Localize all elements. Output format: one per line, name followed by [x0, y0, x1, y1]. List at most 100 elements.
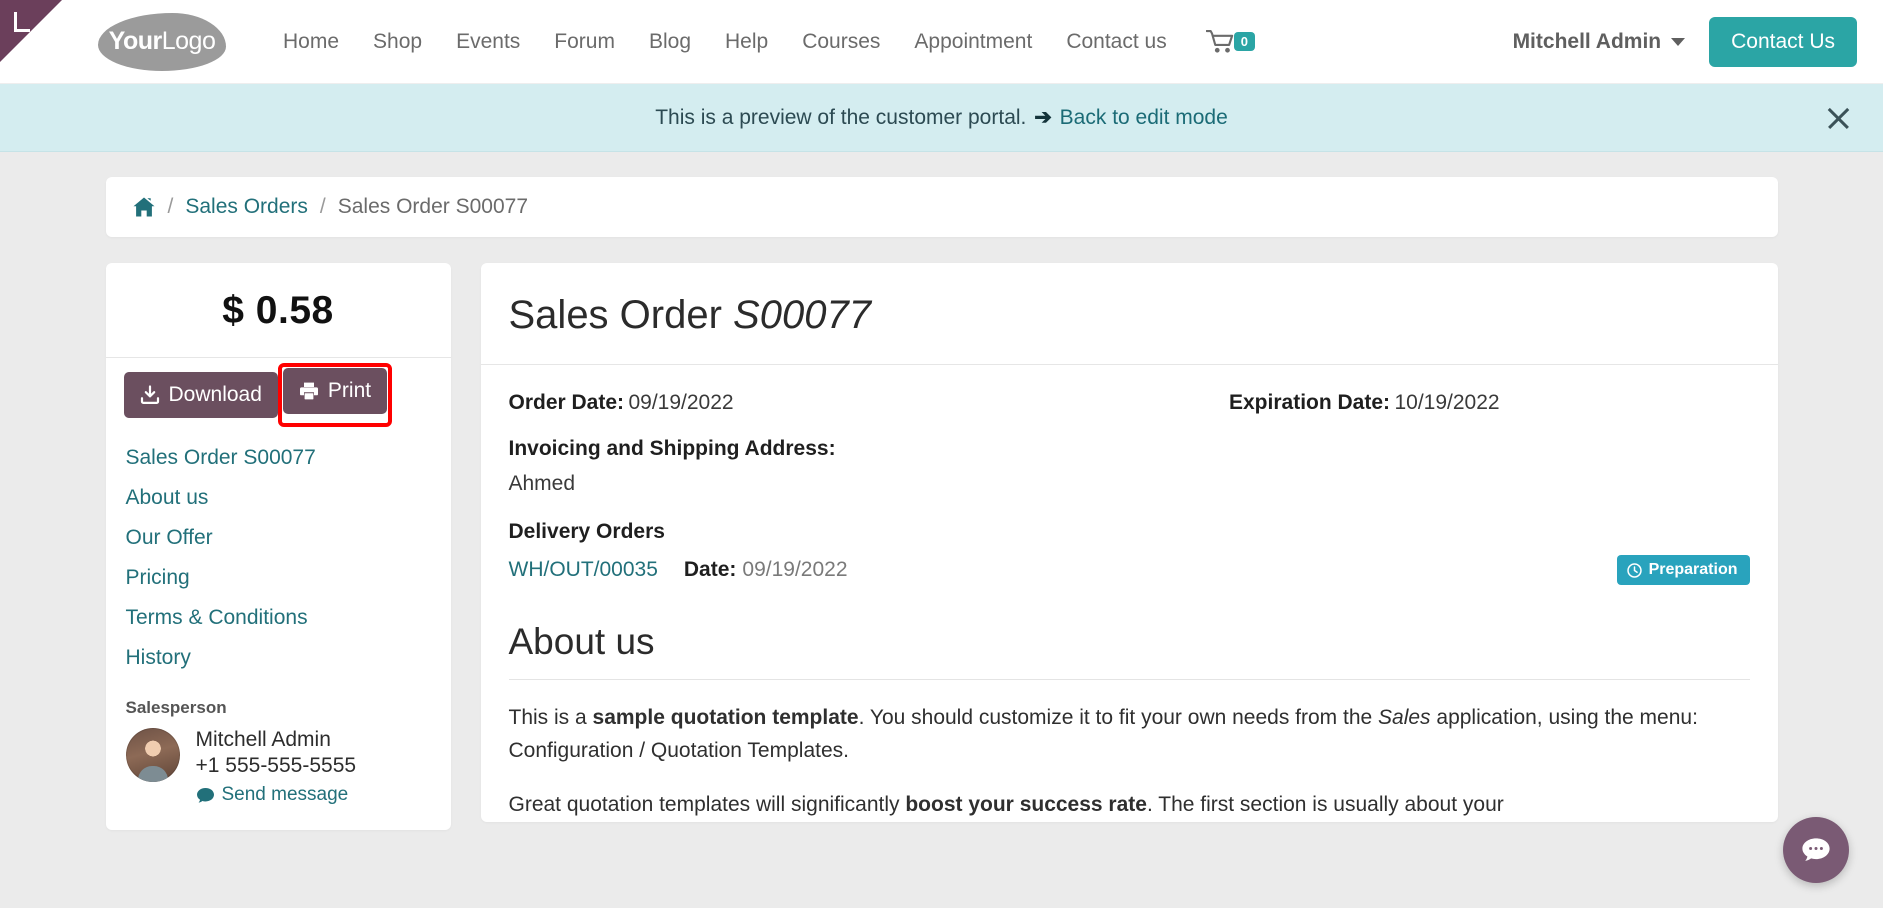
printer-icon [299, 382, 318, 400]
navbar-right-section: Mitchell Admin Contact Us [1513, 16, 1883, 67]
panel-body: Order Date: 09/19/2022 Expiration Date: … [481, 365, 1778, 822]
print-button[interactable]: Print [282, 368, 388, 414]
address-value: Ahmed [508, 472, 576, 495]
back-to-edit-mode-link[interactable]: Back to edit mode [1060, 106, 1228, 129]
nav-link-help[interactable]: Help [708, 22, 785, 62]
user-menu-label: Mitchell Admin [1512, 29, 1662, 53]
home-icon [133, 197, 154, 217]
nav-link-home[interactable]: Home [266, 22, 356, 62]
expiration-date-column: Expiration Date: 10/19/2022 [1129, 391, 1750, 415]
send-message-label: Send message [221, 784, 349, 805]
panel-header: Sales Order S00077 [480, 263, 1778, 365]
chevron-down-icon [1671, 37, 1686, 46]
about-p2-part-a: Great quotation templates will significa… [508, 793, 906, 817]
nav-link-shop[interactable]: Shop [356, 22, 439, 62]
delivery-date-value: 09/19/2022 [742, 558, 848, 581]
print-button-highlight: Print [277, 363, 393, 427]
live-chat-button[interactable] [1783, 817, 1849, 883]
about-p1-italic: Sales [1378, 706, 1431, 729]
breadcrumb-separator-1: / [167, 195, 174, 218]
logo-bold-part: Your [108, 27, 163, 55]
site-logo-text: YourLogo [109, 27, 216, 56]
order-total-amount: $ 0.58 [222, 289, 334, 332]
address-block: Invoicing and Shipping Address: Ahmed [509, 437, 1750, 496]
order-main-panel: Sales Order S00077 Order Date: 09/19/202… [480, 263, 1778, 822]
site-logo[interactable]: YourLogo [98, 12, 226, 71]
about-p1-part-c: . You should customize it to fit your ow… [858, 706, 1379, 729]
salesperson-name: Mitchell Admin [195, 728, 331, 751]
about-us-paragraph-2: Great quotation templates will significa… [509, 789, 1750, 822]
sidebar-link-about-us[interactable]: About us [126, 478, 451, 518]
contact-us-button[interactable]: Contact Us [1709, 16, 1857, 67]
sidebar-link-sales-order[interactable]: Sales Order S00077 [126, 438, 451, 478]
preview-banner: This is a preview of the customer portal… [0, 84, 1883, 152]
breadcrumb-item-current: Sales Order S00077 [337, 195, 529, 218]
salesperson-phone: +1 555-555-5555 [195, 754, 357, 777]
expiration-date-value: 10/19/2022 [1394, 391, 1500, 414]
salesperson-row: Mitchell Admin +1 555-555-5555 Send mess… [125, 728, 431, 806]
order-date-label: Order Date: [508, 391, 625, 414]
top-navbar: YourLogo Home Shop Events Forum Blog Hel… [0, 0, 1883, 84]
status-badge-label: Preparation [1648, 561, 1738, 578]
download-button[interactable]: Download [123, 372, 278, 418]
order-sidebar: $ 0.58 Download Print Sales Order S00077… [105, 263, 451, 830]
clock-icon [1626, 562, 1642, 578]
sidebar-link-terms-conditions[interactable]: Terms & Conditions [126, 598, 451, 638]
preview-banner-message: This is a preview of the customer portal… [655, 106, 1027, 129]
avatar [125, 728, 180, 782]
status-badge: Preparation [1616, 555, 1750, 585]
sidebar-actions: Download Print [106, 358, 451, 427]
nav-link-forum[interactable]: Forum [537, 22, 632, 62]
breadcrumb-separator-2: / [319, 195, 326, 218]
delivery-date-label: Date: [683, 558, 737, 581]
breadcrumb: / Sales Orders / Sales Order S00077 [105, 177, 1778, 237]
download-button-label: Download [168, 383, 262, 406]
nav-link-contact-us[interactable]: Contact us [1049, 22, 1183, 62]
logo-light-part: Logo [161, 27, 216, 55]
cart-count-badge: 0 [1233, 32, 1255, 51]
breadcrumb-item-sales-orders[interactable]: Sales Orders [185, 195, 308, 219]
corner-bracket-icon [14, 12, 30, 32]
sidebar-link-history[interactable]: History [126, 638, 451, 678]
about-us-heading: About us [508, 621, 1750, 680]
about-us-section: About us This is a sample quotation temp… [508, 621, 1750, 822]
corner-ribbon-decoration [0, 0, 62, 62]
address-label: Invoicing and Shipping Address: [508, 437, 836, 460]
shopping-cart-icon [1205, 29, 1233, 53]
content-columns: $ 0.58 Download Print Sales Order S00077… [105, 263, 1778, 830]
content-container: / Sales Orders / Sales Order S00077 $ 0.… [105, 177, 1778, 830]
sidebar-navigation: Sales Order S00077 About us Our Offer Pr… [106, 424, 451, 688]
user-menu-button[interactable]: Mitchell Admin [1513, 30, 1686, 54]
order-amount-box: $ 0.58 [105, 263, 451, 358]
send-message-link[interactable]: Send message [196, 784, 357, 806]
about-p2-bold: boost your success rate [905, 793, 1147, 817]
order-dates-grid: Order Date: 09/19/2022 Expiration Date: … [509, 391, 1750, 415]
breadcrumb-home-link[interactable] [132, 196, 156, 218]
sidebar-link-pricing[interactable]: Pricing [126, 558, 451, 598]
nav-link-courses[interactable]: Courses [785, 22, 897, 62]
print-button-label: Print [327, 379, 372, 402]
page-title-prefix: Sales Order [508, 293, 734, 337]
download-icon [140, 385, 159, 404]
close-icon[interactable] [1823, 103, 1853, 133]
cart-button[interactable]: 0 [1205, 29, 1255, 55]
order-date-column: Order Date: 09/19/2022 [509, 391, 1130, 415]
delivery-order-reference-link[interactable]: WH/OUT/00035 [509, 558, 658, 582]
about-p1-part-a: This is a [508, 706, 593, 729]
sidebar-link-our-offer[interactable]: Our Offer [126, 518, 451, 558]
delivery-orders-label: Delivery Orders [508, 520, 665, 543]
nav-link-appointment[interactable]: Appointment [897, 22, 1049, 62]
about-p2-part-c: . The first section is usually about you… [1146, 793, 1504, 817]
nav-link-blog[interactable]: Blog [632, 22, 708, 62]
nav-link-events[interactable]: Events [439, 22, 537, 62]
chat-bubble-icon [1802, 838, 1830, 861]
delivery-orders-block: Delivery Orders WH/OUT/00035 Date: 09/19… [509, 520, 1750, 585]
preview-banner-text: This is a preview of the customer portal… [655, 105, 1228, 130]
order-date-value: 09/19/2022 [628, 391, 734, 414]
delivery-order-row: WH/OUT/00035 Date: 09/19/2022 Preparatio… [509, 555, 1750, 585]
expiration-date-label: Expiration Date: [1229, 391, 1391, 414]
main-navigation: Home Shop Events Forum Blog Help Courses… [266, 22, 1255, 62]
salesperson-section: Salesperson Mitchell Admin +1 555-555-55… [106, 688, 451, 830]
page-title-reference: S00077 [733, 293, 871, 337]
salesperson-info: Mitchell Admin +1 555-555-5555 Send mess… [196, 728, 357, 806]
